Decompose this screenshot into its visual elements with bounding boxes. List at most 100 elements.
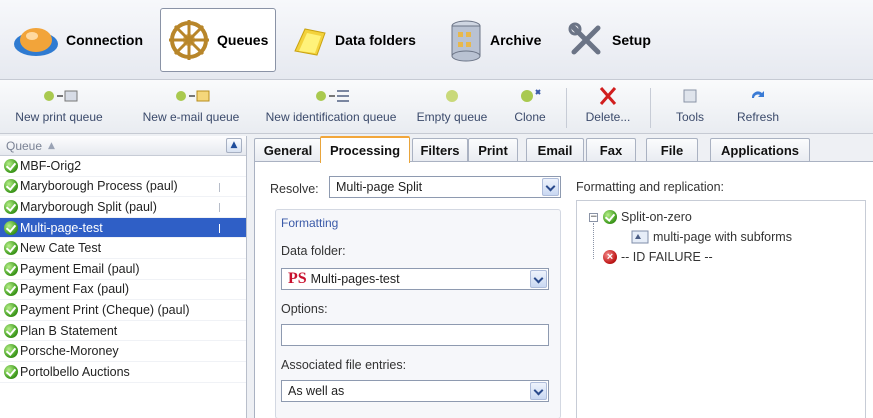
data-folder-select[interactable]: PS Multi-pages-test <box>281 268 549 290</box>
ps-data-folder-icon: PS <box>288 270 307 287</box>
tab-label: Processing <box>329 143 401 158</box>
empty-queue-icon <box>440 84 464 108</box>
associated-file-entries-label: Associated file entries: <box>281 358 407 372</box>
column-divider <box>219 203 220 213</box>
replication-tree: − Split-on-zero multi-page with subforms… <box>576 200 866 418</box>
tab-label: Filters <box>420 143 460 158</box>
options-label: Options: <box>281 302 328 316</box>
data-folder-label: Data folder: <box>281 244 346 258</box>
queue-name: Payment Fax (paul) <box>20 282 130 297</box>
clone-button[interactable]: Clone <box>508 84 552 130</box>
queue-name: Porsche-Moroney <box>20 344 119 359</box>
tree-node-id-failure[interactable]: × -- ID FAILURE -- <box>603 250 713 264</box>
queue-name: MBF-Orig2 <box>20 158 82 173</box>
nav-connection-label: Connection <box>66 32 143 48</box>
status-ok-icon <box>4 323 18 338</box>
tools-icon <box>680 84 700 108</box>
status-ok-icon <box>4 282 18 297</box>
associated-file-entries-value: As well as <box>288 384 345 398</box>
toolbar-separator <box>650 88 651 128</box>
column-divider <box>219 182 220 192</box>
status-ok-icon <box>4 220 18 235</box>
new-identification-queue-button[interactable]: New identification queue <box>256 84 406 130</box>
status-ok-icon <box>4 241 18 256</box>
delete-label: Delete... <box>585 110 631 124</box>
tree-node-label: Split-on-zero <box>621 210 692 224</box>
queue-list-item[interactable]: Maryborough Process (paul) <box>0 177 246 198</box>
empty-queue-label: Empty queue <box>416 110 488 124</box>
clone-label: Clone <box>514 110 546 124</box>
empty-queue-button[interactable]: Empty queue <box>410 84 494 130</box>
status-ok-icon <box>4 344 18 359</box>
queue-name: Payment Print (Cheque) (paul) <box>20 302 190 317</box>
tab-label: Applications <box>720 143 799 158</box>
tree-node-label: -- ID FAILURE -- <box>621 250 713 264</box>
processing-panel: Resolve: Multi-page Split Formatting Dat… <box>254 161 873 418</box>
delete-button[interactable]: Delete... <box>578 84 638 130</box>
archive-icon <box>448 18 484 62</box>
app-window: Connection Queues Data folders Archive S… <box>0 0 873 418</box>
setup-icon <box>566 20 606 60</box>
tab-print[interactable]: Print <box>468 138 518 162</box>
queue-list-item[interactable]: New Cate Test <box>0 238 246 259</box>
options-input[interactable] <box>281 324 549 346</box>
tab-fax[interactable]: Fax <box>586 138 636 162</box>
queue-list-item[interactable]: Plan B Statement <box>0 321 246 342</box>
tab-general[interactable]: General <box>254 138 322 162</box>
tab-processing[interactable]: Processing <box>320 136 410 163</box>
status-ok-icon <box>4 199 18 214</box>
queue-list-item[interactable]: Porsche-Moroney <box>0 341 246 362</box>
refresh-button[interactable]: Refresh <box>728 84 788 130</box>
queues-icon <box>167 18 211 62</box>
nav-archive[interactable]: Archive <box>442 8 554 72</box>
tree-node-subform[interactable]: multi-page with subforms <box>631 230 792 244</box>
tab-applications[interactable]: Applications <box>710 138 810 162</box>
collapse-panel-button[interactable]: ▲ <box>226 138 242 153</box>
queue-list-item[interactable]: Payment Email (paul) <box>0 259 246 280</box>
queue-list-item[interactable]: Maryborough Split (paul) <box>0 197 246 218</box>
refresh-label: Refresh <box>736 110 780 124</box>
queue-name: Portolbello Auctions <box>20 364 130 379</box>
nav-queues[interactable]: Queues <box>160 8 276 72</box>
tree-connector <box>593 223 594 259</box>
resolve-select[interactable]: Multi-page Split <box>329 176 561 198</box>
queue-list-item[interactable]: Payment Fax (paul) <box>0 280 246 301</box>
status-ok-icon <box>4 179 18 194</box>
queue-column-header: Queue <box>6 138 43 153</box>
new-print-queue-icon <box>39 84 79 108</box>
new-email-queue-icon <box>171 84 211 108</box>
tools-button[interactable]: Tools <box>668 84 712 130</box>
chevron-down-icon[interactable] <box>542 178 559 196</box>
queue-name: Maryborough Process (paul) <box>20 179 178 194</box>
column-divider <box>219 223 220 233</box>
status-ok-icon <box>603 210 617 224</box>
queue-list-item[interactable]: Payment Print (Cheque) (paul) <box>0 300 246 321</box>
tab-file[interactable]: File <box>646 138 698 162</box>
tab-email[interactable]: Email <box>526 138 584 162</box>
chevron-down-icon[interactable] <box>530 270 547 288</box>
new-email-queue-button[interactable]: New e-mail queue <box>132 84 250 130</box>
nav-connection[interactable]: Connection <box>6 8 156 72</box>
associated-file-entries-select[interactable]: As well as <box>281 380 549 402</box>
nav-setup[interactable]: Setup <box>560 8 670 72</box>
new-identification-queue-label: New identification queue <box>265 110 397 124</box>
data-folder-value: Multi-pages-test <box>310 272 400 286</box>
tab-label: General <box>263 143 313 158</box>
queue-list-header[interactable]: Queue ▲ ▲ <box>0 136 246 156</box>
queue-list-item[interactable]: MBF-Orig2 <box>0 156 246 177</box>
new-print-queue-button[interactable]: New print queue <box>4 84 114 130</box>
nav-archive-label: Archive <box>490 32 542 48</box>
tree-node-split-on-zero[interactable]: Split-on-zero <box>603 210 692 224</box>
queue-list-item[interactable]: Portolbello Auctions <box>0 362 246 383</box>
collapse-node-icon[interactable]: − <box>589 213 598 222</box>
tab-label: Email <box>537 143 573 158</box>
queue-list-item-selected[interactable]: Multi-page-test <box>0 217 246 239</box>
nav-queues-label: Queues <box>217 32 269 48</box>
document-template-icon <box>631 230 649 244</box>
data-folders-icon <box>291 21 329 59</box>
tab-filters[interactable]: Filters <box>412 138 468 162</box>
queue-name: Payment Email (paul) <box>20 261 140 276</box>
chevron-down-icon[interactable] <box>530 382 547 400</box>
tab-label: Print <box>478 143 508 158</box>
nav-data-folders[interactable]: Data folders <box>285 8 435 72</box>
